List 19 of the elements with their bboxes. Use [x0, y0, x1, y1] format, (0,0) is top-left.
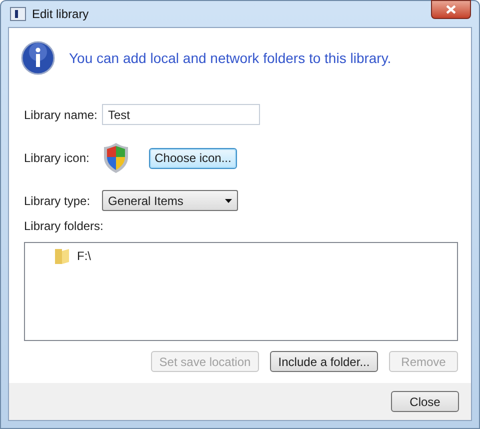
section-label: Library folders: [24, 218, 104, 235]
library-icon [10, 7, 26, 21]
library-type-dropdown[interactable]: General Items [102, 190, 238, 211]
info-icon [21, 41, 55, 75]
field-label: Library name: [24, 106, 98, 124]
shield-icon [102, 142, 130, 174]
field-label: Library icon: [24, 150, 90, 167]
library-name-field[interactable]: Test [102, 104, 260, 125]
folder-action-button[interactable]: Include a folder... [270, 351, 378, 372]
info-message: You can add local and network folders to this library. [69, 48, 392, 68]
folder-item[interactable]: F:\ [53, 246, 457, 266]
window-title: Edit library [32, 6, 89, 23]
choose-icon-button[interactable]: Choose icon... [149, 148, 237, 168]
close-dialog-button[interactable]: Close [391, 391, 459, 412]
field-label: Library type: [24, 192, 92, 210]
dropdown-arrow-icon [225, 198, 232, 202]
close-button[interactable] [431, 0, 471, 19]
close-icon [446, 5, 456, 14]
folder-icon [53, 247, 71, 265]
